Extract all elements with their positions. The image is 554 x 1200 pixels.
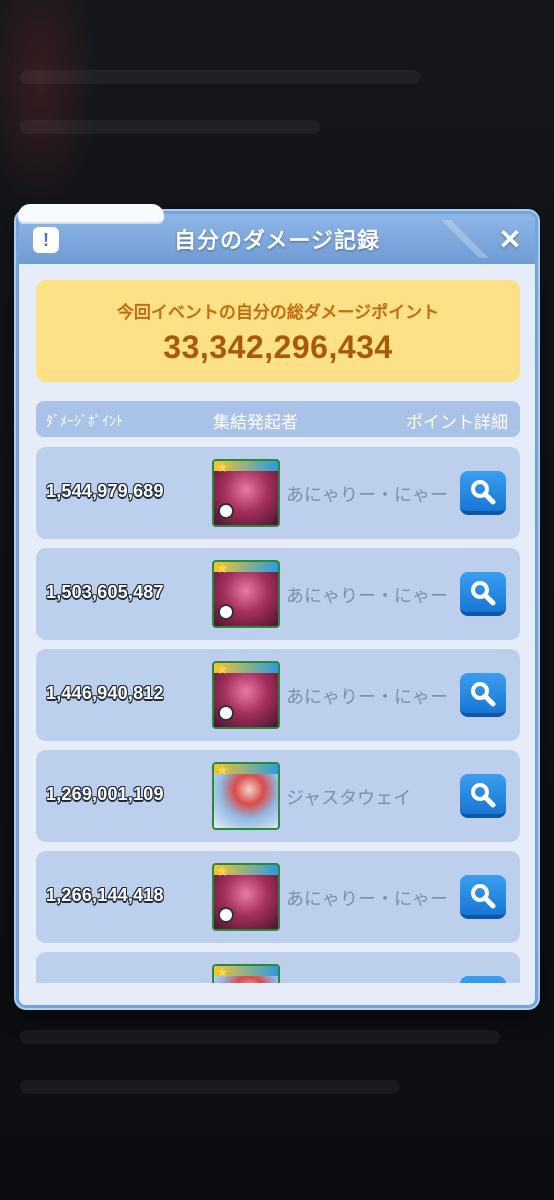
close-icon[interactable]: ✕ — [495, 224, 525, 255]
initiator-name: あにゃりー・にゃー — [286, 586, 448, 607]
record-row: 1,446,940,812 ★ あにゃりー・にゃー — [36, 649, 520, 741]
dialog-title: 自分のダメージ記録 — [174, 229, 380, 254]
magnifier-icon — [471, 682, 496, 707]
list-bottom-mask — [19, 983, 535, 1005]
record-row: 1,544,979,689 ★ あにゃりー・にゃー — [36, 447, 520, 539]
soccer-ball-icon — [218, 604, 234, 620]
damage-points: 1,503,605,487 — [46, 582, 164, 602]
initiator-name: あにゃりー・にゃー — [286, 485, 448, 506]
magnifier-icon — [471, 783, 496, 808]
total-damage-value: 33,342,296,434 — [163, 329, 393, 365]
record-row: 1,503,605,487 ★ あにゃりー・にゃー — [36, 548, 520, 640]
point-detail-button[interactable] — [460, 471, 506, 515]
star-icon: ★ — [216, 460, 229, 476]
damage-points: 1,266,144,418 — [46, 885, 164, 905]
column-header: ﾀﾞﾒｰｼﾞﾎﾟｲﾝﾄ 集結発起者 ポイント詳細 — [36, 401, 520, 437]
star-icon: ★ — [216, 662, 229, 678]
column-initiator: 集結発起者 — [213, 413, 298, 433]
initiator-avatar: ★ — [212, 863, 280, 931]
point-detail-button[interactable] — [460, 572, 506, 616]
record-row: 1,266,144,418 ★ あにゃりー・にゃー — [36, 851, 520, 943]
star-icon: ★ — [216, 763, 229, 779]
blurred-background-bar — [20, 120, 320, 134]
soccer-ball-icon — [218, 705, 234, 721]
initiator-name: あにゃりー・にゃー — [286, 687, 448, 708]
exclamation-icon[interactable]: ! — [33, 227, 59, 253]
soccer-ball-icon — [218, 907, 234, 923]
magnifier-icon — [471, 480, 496, 505]
soccer-ball-icon — [218, 503, 234, 519]
record-row: 1,224,351,219★ジャスタウェイ — [36, 952, 520, 987]
header-pattern — [435, 220, 495, 258]
initiator-avatar: ★ — [212, 661, 280, 729]
blurred-background-bar — [20, 1030, 500, 1044]
initiator-name: ジャスタウェイ — [286, 788, 412, 809]
initiator-avatar: ★ — [212, 459, 280, 527]
record-row: 1,269,001,109 ★ ジャスタウェイ — [36, 750, 520, 842]
column-points: ﾀﾞﾒｰｼﾞﾎﾟｲﾝﾄ — [46, 414, 123, 430]
blurred-background-bar — [20, 1080, 400, 1094]
star-icon: ★ — [216, 864, 229, 880]
total-damage-panel: 今回イベントの自分の総ダメージポイント 33,342,296,434 — [36, 280, 520, 382]
damage-record-dialog: ! 自分のダメージ記録 ✕ 今回イベントの自分の総ダメージポイント 33,342… — [16, 211, 538, 1008]
column-details: ポイント詳細 — [406, 413, 508, 433]
damage-points: 1,269,001,109 — [46, 784, 164, 804]
point-detail-button[interactable] — [460, 875, 506, 919]
initiator-name: あにゃりー・にゃー — [286, 889, 448, 910]
total-damage-label: 今回イベントの自分の総ダメージポイント — [116, 303, 440, 323]
point-detail-button[interactable] — [460, 673, 506, 717]
magnifier-icon — [471, 884, 496, 909]
damage-record-list[interactable]: 1,544,979,689 ★ あにゃりー・にゃー 1,503,605,487 ★ あにゃ… — [36, 447, 520, 987]
initiator-avatar: ★ — [212, 762, 280, 830]
damage-points: 1,544,979,689 — [46, 481, 164, 501]
initiator-avatar: ★ — [212, 560, 280, 628]
magnifier-icon — [471, 581, 496, 606]
snow-decoration — [18, 204, 164, 222]
star-icon: ★ — [216, 965, 229, 981]
blurred-background-bar — [20, 70, 420, 84]
point-detail-button[interactable] — [460, 774, 506, 818]
star-icon: ★ — [216, 561, 229, 577]
damage-points: 1,446,940,812 — [46, 683, 164, 703]
